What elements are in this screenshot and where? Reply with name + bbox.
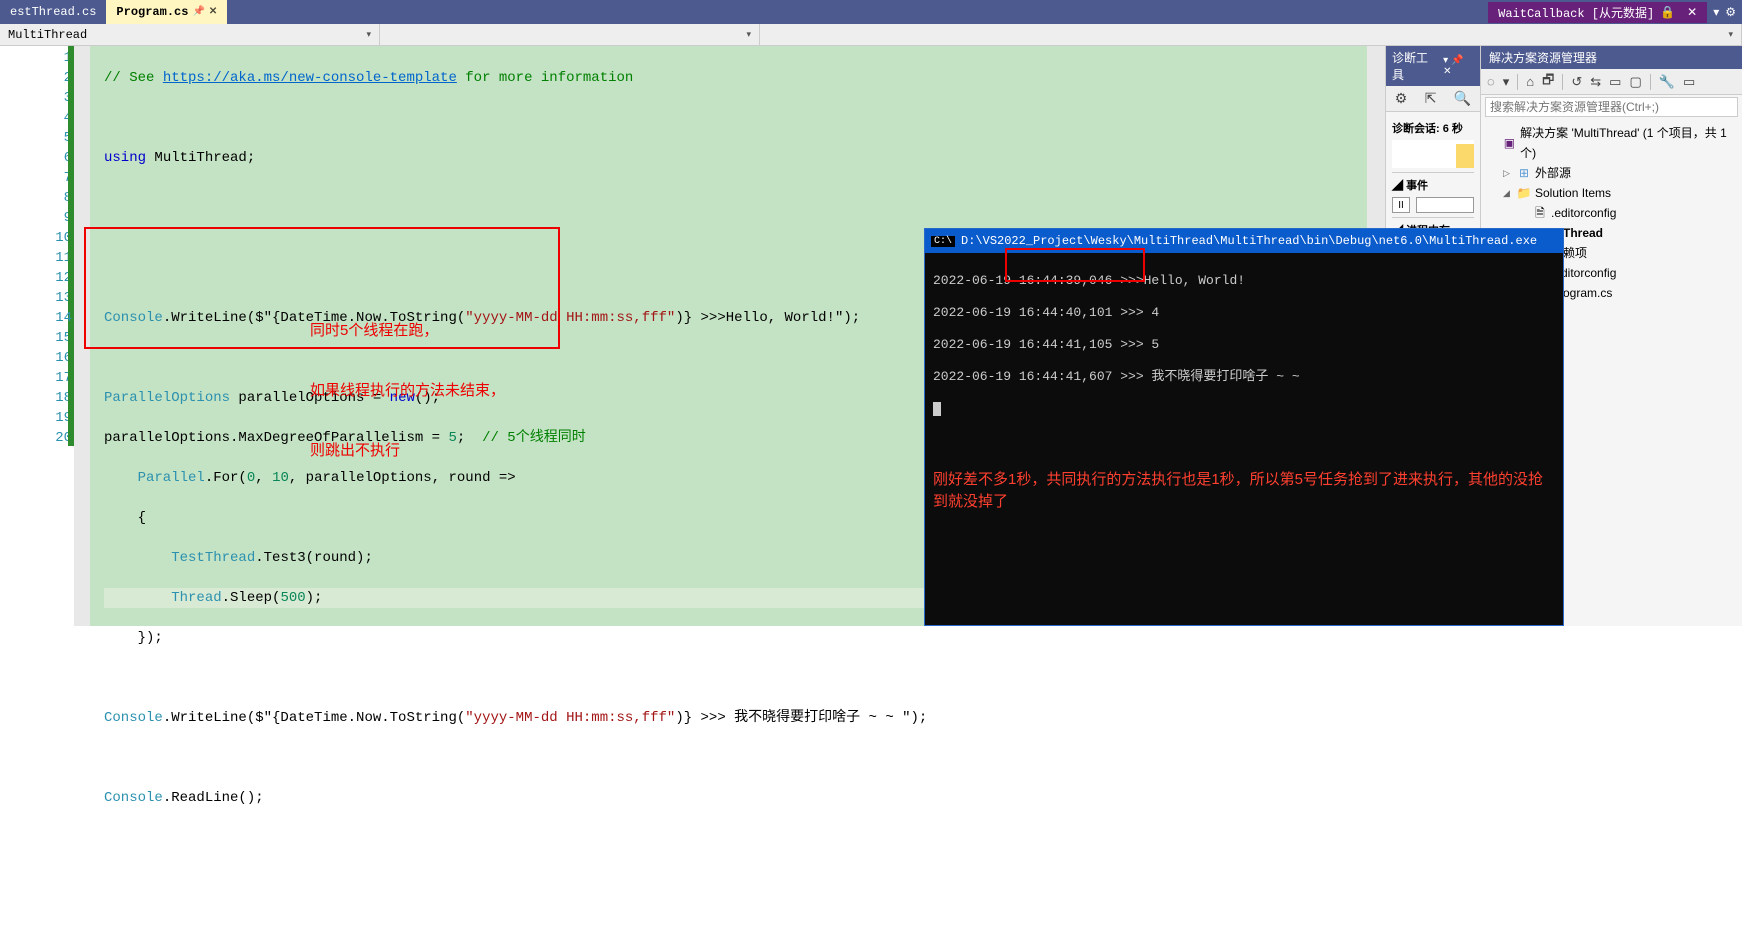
- events-label: ◢ 事件: [1392, 177, 1474, 193]
- solution-items[interactable]: ◢📁Solution Items: [1485, 183, 1738, 203]
- session-label: 诊断会话: 6 秒: [1392, 120, 1474, 136]
- external-sources[interactable]: ▷⊞外部源: [1485, 163, 1738, 183]
- metadata-badge[interactable]: WaitCallback [从元数据] 🔒 ✕: [1488, 2, 1707, 23]
- type-dropdown[interactable]: ▾: [380, 24, 760, 45]
- home-icon[interactable]: ⌂: [1524, 72, 1536, 91]
- filter-icon[interactable]: ▭: [1681, 72, 1697, 92]
- diagnostics-title: 诊断工具▾ 📌 ✕: [1386, 46, 1480, 86]
- document-tab-strip: estThread.cs Program.cs 📌 ✕ WaitCallback…: [0, 0, 1742, 24]
- console-icon: C:\: [931, 236, 955, 247]
- solution-icon: ▣: [1503, 133, 1517, 153]
- events-graph: [1416, 197, 1474, 213]
- switch-view-icon[interactable]: 🗗: [1540, 69, 1556, 95]
- console-window[interactable]: C:\ D:\VS2022_Project\Wesky\MultiThread\…: [924, 228, 1564, 626]
- member-dropdown[interactable]: ▾: [760, 24, 1742, 45]
- forward-icon[interactable]: ▾: [1501, 72, 1512, 92]
- session-graph: [1392, 140, 1474, 168]
- dropdown-icon[interactable]: ▾: [1713, 5, 1719, 20]
- pause-button[interactable]: II: [1392, 197, 1410, 213]
- sync-icon[interactable]: ↺: [1569, 72, 1584, 92]
- close-icon[interactable]: ✕: [1687, 5, 1697, 20]
- close-icon[interactable]: ✕: [209, 6, 217, 18]
- wrench-icon[interactable]: 🔧: [1657, 72, 1677, 92]
- zoom-icon[interactable]: 🔍: [1454, 90, 1471, 107]
- solution-search[interactable]: [1481, 95, 1742, 119]
- console-cursor: [933, 402, 941, 416]
- tab-program[interactable]: Program.cs 📌 ✕: [106, 0, 227, 24]
- gear-icon[interactable]: ⚙: [1395, 90, 1408, 107]
- line-number-gutter: 1 2 3 4 5 6 7 8 9 10 11 12 13 ➜14 15 16 …: [0, 46, 90, 626]
- navigation-bar: MultiThread▾ ▾ ▾: [0, 24, 1742, 46]
- console-annotation: 刚好差不多1秒，共同执行的方法执行也是1秒，所以第5号任务抢到了进来执行，其他的…: [933, 469, 1555, 513]
- diagnostics-toolbar: ⚙ ⇱ 🔍: [1386, 86, 1480, 112]
- editorconfig-file[interactable]: 🗎.editorconfig: [1485, 203, 1738, 223]
- folder-icon: 📁: [1517, 183, 1531, 203]
- chevron-down-icon: ▾: [366, 30, 371, 40]
- properties-icon[interactable]: ▢: [1627, 72, 1643, 92]
- folder-icon: ⊞: [1517, 163, 1531, 183]
- back-icon[interactable]: ◌: [1485, 72, 1497, 91]
- solution-toolbar: ◌ ▾ ⌂ 🗗 ↺ ⇆ ▭ ▢ 🔧 ▭: [1481, 69, 1742, 95]
- template-link[interactable]: https://aka.ms/new-console-template: [163, 70, 457, 86]
- scope-dropdown[interactable]: MultiThread▾: [0, 24, 380, 45]
- annotation-box-console: [1005, 248, 1145, 282]
- solution-search-input[interactable]: [1485, 97, 1738, 117]
- console-output: 2022-06-19 16:44:39,046 >>>Hello, World!…: [925, 253, 1563, 549]
- pin-icon[interactable]: 📌: [192, 6, 204, 18]
- annotation-text: 同时5个线程在跑， 如果线程执行的方法未结束， 则跳出不执行: [310, 281, 505, 501]
- lock-icon: 🔒: [1660, 5, 1675, 20]
- chevron-down-icon: ▾: [1728, 30, 1733, 40]
- show-all-icon[interactable]: ▭: [1607, 72, 1623, 92]
- collapse-icon[interactable]: ⇆: [1588, 72, 1603, 92]
- file-icon: 🗎: [1533, 203, 1547, 223]
- tab-testthread[interactable]: estThread.cs: [0, 0, 106, 24]
- chevron-down-icon: ▾: [746, 30, 751, 40]
- gear-icon[interactable]: ⚙: [1725, 5, 1736, 20]
- expand-icon[interactable]: ⇱: [1425, 90, 1437, 107]
- solution-root[interactable]: ▣解决方案 'MultiThread' (1 个项目，共 1 个): [1485, 123, 1738, 163]
- solution-explorer-title: 解决方案资源管理器: [1481, 46, 1742, 69]
